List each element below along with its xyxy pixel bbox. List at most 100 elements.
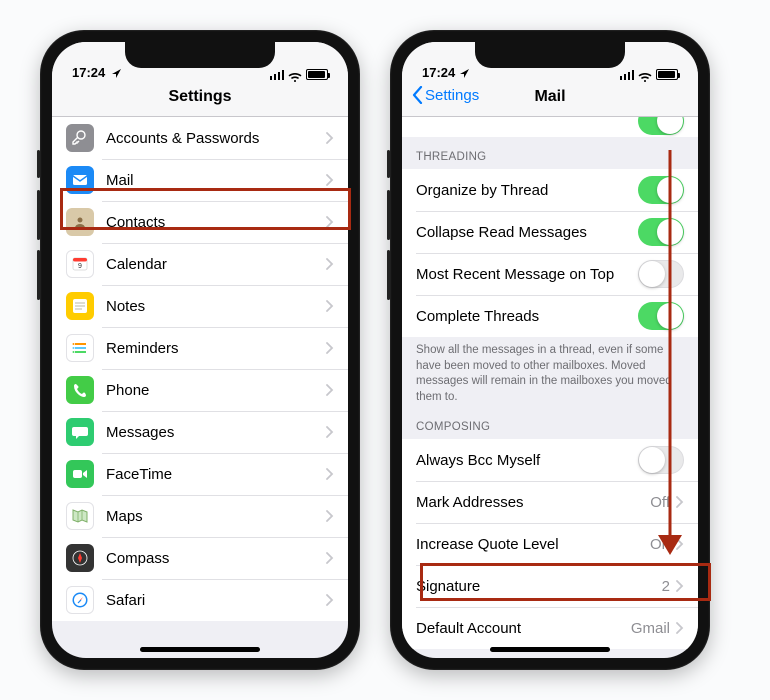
contacts-icon [66,208,94,236]
row-label: Notes [106,298,326,315]
chevron-right-icon [676,496,684,508]
row-label: Accounts & Passwords [106,130,326,147]
row-label: Organize by Thread [416,182,638,199]
chevron-right-icon [326,468,334,480]
compass-icon [66,544,94,572]
composing-list: Always Bcc MyselfMark AddressesOffIncrea… [402,439,698,649]
settings-list[interactable]: Accounts & Passwords Mail Contacts Calendar… [52,117,348,621]
row-detail: Off [650,494,670,511]
chevron-right-icon [326,300,334,312]
settings-row-maps[interactable]: Maps [52,495,348,537]
row-label: Calendar [106,256,326,273]
settings-row-phone[interactable]: Phone [52,369,348,411]
battery-icon [656,69,678,80]
chevron-right-icon [326,426,334,438]
chevron-right-icon [326,594,334,606]
row-detail: 2 [662,578,670,595]
section-header-threading: THREADING [402,137,698,169]
page-title: Mail [534,88,565,105]
section-header-composing: COMPOSING [402,415,698,439]
settings-row-mail[interactable]: Mail [52,159,348,201]
chevron-right-icon [326,510,334,522]
chevron-right-icon [326,132,334,144]
row-label: Mark Addresses [416,494,650,511]
row-organize-thread[interactable]: Organize by Thread [402,169,698,211]
row-complete-threads[interactable]: Complete Threads [402,295,698,337]
notch [125,42,275,68]
settings-row-messages[interactable]: Messages [52,411,348,453]
row-label: Reminders [106,340,326,357]
toggle-most-recent-top[interactable] [638,260,684,288]
wifi-icon [638,70,652,80]
row-label: Increase Quote Level [416,536,650,553]
row-label: Collapse Read Messages [416,224,638,241]
toggle-always-bcc[interactable] [638,446,684,474]
chevron-right-icon [326,216,334,228]
home-indicator[interactable] [490,647,610,652]
chevron-right-icon [676,622,684,634]
phone-frame-left: 17:24 Settings Accounts & Passwords Mail C… [40,30,360,670]
row-label: Signature [416,578,662,595]
status-time: 17:24 [72,65,105,80]
row-detail: Gmail [631,620,670,637]
row-default-account[interactable]: Default AccountGmail [402,607,698,649]
back-label: Settings [425,87,479,104]
phone-icon [66,376,94,404]
row-collapse-read[interactable]: Collapse Read Messages [402,211,698,253]
settings-row-calendar[interactable]: Calendar [52,243,348,285]
row-increase-quote[interactable]: Increase Quote LevelOn [402,523,698,565]
row-label: Compass [106,550,326,567]
chevron-right-icon [326,384,334,396]
signal-icon [270,70,285,80]
settings-row-accounts-passwords[interactable]: Accounts & Passwords [52,117,348,159]
settings-row-compass[interactable]: Compass [52,537,348,579]
chevron-right-icon [326,342,334,354]
navbar: Settings Mail [402,82,698,117]
row-label: Contacts [106,214,326,231]
screen-right: 17:24 Settings Mail THREADING [402,42,698,658]
row-label: Most Recent Message on Top [416,266,638,283]
home-indicator[interactable] [140,647,260,652]
toggle-complete-threads[interactable] [638,302,684,330]
chevron-right-icon [676,538,684,550]
mail-icon [66,166,94,194]
toggle-partial[interactable] [638,117,684,135]
back-button[interactable]: Settings [412,86,479,104]
row-signature[interactable]: Signature2 [402,565,698,607]
screen-left: 17:24 Settings Accounts & Passwords Mail C… [52,42,348,658]
chevron-right-icon [676,580,684,592]
chevron-right-icon [326,258,334,270]
wifi-icon [288,70,302,80]
page-title: Settings [168,88,231,105]
toggle-organize-thread[interactable] [638,176,684,204]
row-label: Messages [106,424,326,441]
settings-row-reminders[interactable]: Reminders [52,327,348,369]
row-label: Mail [106,172,326,189]
settings-row-contacts[interactable]: Contacts [52,201,348,243]
settings-row-safari[interactable]: Safari [52,579,348,621]
row-label: FaceTime [106,466,326,483]
row-label: Always Bcc Myself [416,452,638,469]
facetime-icon [66,460,94,488]
signal-icon [620,70,635,80]
toggle-collapse-read[interactable] [638,218,684,246]
battery-icon [306,69,328,80]
row-always-bcc[interactable]: Always Bcc Myself [402,439,698,481]
safari-icon [66,586,94,614]
calendar-icon [66,250,94,278]
settings-row-facetime[interactable]: FaceTime [52,453,348,495]
row-detail: On [650,536,670,553]
settings-row-notes[interactable]: Notes [52,285,348,327]
section-footer-threading: Show all the messages in a thread, even … [402,337,698,415]
chevron-left-icon [412,86,423,104]
partial-row-top [402,117,698,137]
location-icon [111,68,122,79]
chevron-right-icon [326,174,334,186]
chevron-right-icon [326,552,334,564]
navbar: Settings [52,82,348,117]
row-most-recent-top[interactable]: Most Recent Message on Top [402,253,698,295]
maps-icon [66,502,94,530]
notes-icon [66,292,94,320]
row-label: Maps [106,508,326,525]
row-mark-addresses[interactable]: Mark AddressesOff [402,481,698,523]
